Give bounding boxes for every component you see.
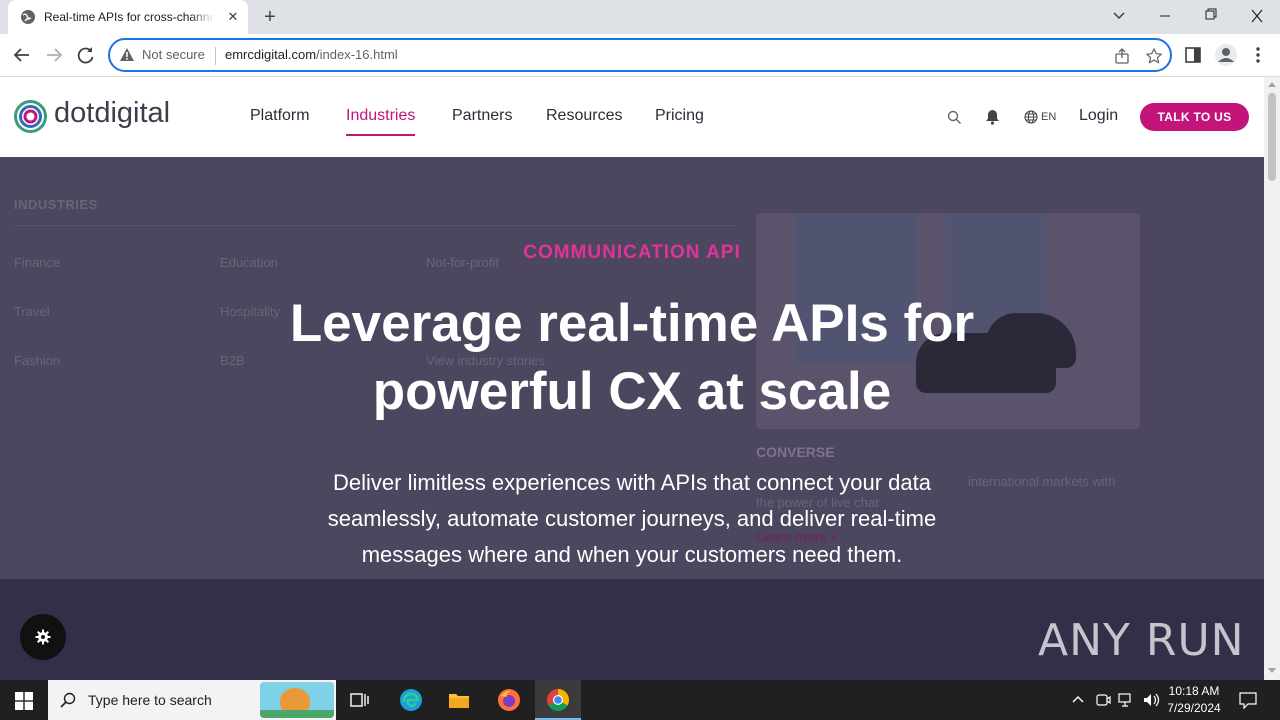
logo-text[interactable]: dotdigital — [54, 97, 170, 130]
globe-icon — [21, 10, 35, 24]
watermark: ANY RUN — [1038, 615, 1245, 666]
chrome-taskbar-button[interactable] — [535, 680, 581, 720]
edge-icon[interactable] — [399, 688, 423, 712]
url-path: /index-16.html — [316, 47, 398, 62]
windows-start-icon[interactable] — [15, 692, 33, 710]
url-host: emrcdigital.com — [225, 47, 317, 62]
menu-heading: INDUSTRIES — [14, 197, 98, 212]
scroll-up-icon[interactable] — [1268, 81, 1276, 89]
talk-to-us-button[interactable]: TALK TO US — [1140, 103, 1249, 131]
language-selector[interactable]: EN — [1041, 111, 1056, 123]
globe-icon[interactable] — [1024, 110, 1038, 124]
network-icon[interactable] — [1118, 692, 1134, 708]
tab-search-button[interactable] — [1096, 0, 1142, 32]
gear-icon — [35, 629, 51, 645]
hero-body: Deliver limitless experiences with APIs … — [327, 470, 937, 567]
reload-icon[interactable] — [72, 41, 100, 69]
clock-time: 10:18 AM — [1168, 684, 1220, 698]
share-icon[interactable] — [1114, 48, 1130, 64]
nav-resources[interactable]: Resources — [546, 107, 622, 125]
forward-icon[interactable] — [40, 41, 68, 69]
restore-icon — [1205, 8, 1217, 20]
side-panel-icon[interactable] — [1185, 47, 1201, 63]
grass-shape — [260, 710, 334, 718]
clock-date: 7/29/2024 — [1167, 701, 1221, 715]
address-bar[interactable]: Not secure emrcdigital.com/index-16.html — [108, 38, 1172, 72]
close-icon — [1251, 9, 1263, 23]
site-header: dotdigital Platform Industries Partners … — [0, 77, 1264, 157]
bell-icon[interactable] — [985, 109, 1000, 125]
taskbar-clock[interactable]: 10:18 AM 7/29/2024 — [1158, 683, 1230, 717]
bookmark-star-icon[interactable] — [1146, 48, 1162, 64]
firefox-icon[interactable] — [497, 688, 521, 712]
nav-pricing[interactable]: Pricing — [655, 107, 704, 125]
tab-title: Real-time APIs for cross-channel — [44, 10, 214, 24]
tab-strip: Real-time APIs for cross-channel ✕ + — [0, 0, 1280, 34]
menu-divider — [14, 225, 734, 226]
cookie-settings-button[interactable] — [20, 614, 66, 660]
nav-partners[interactable]: Partners — [452, 107, 512, 125]
divider — [215, 47, 216, 65]
menu-item-fashion[interactable]: Fashion — [14, 353, 60, 368]
login-link[interactable]: Login — [1079, 107, 1118, 125]
watermark-text: ANY RUN — [1038, 615, 1245, 666]
menu-item-travel[interactable]: Travel — [14, 304, 50, 319]
new-tab-button[interactable]: + — [258, 6, 282, 30]
back-icon[interactable] — [8, 41, 36, 69]
restore-button[interactable] — [1188, 0, 1234, 32]
nav-platform[interactable]: Platform — [250, 107, 310, 125]
close-window-button[interactable] — [1234, 0, 1280, 32]
nav-industries[interactable]: Industries — [346, 107, 416, 136]
tab-close-icon[interactable]: ✕ — [224, 8, 242, 26]
dotdigital-logo-icon[interactable] — [14, 100, 47, 133]
hero-title: Leverage real-time APIs for powerful CX … — [289, 294, 975, 421]
profile-avatar-icon[interactable] — [1214, 43, 1238, 67]
warning-icon[interactable] — [119, 47, 135, 63]
scroll-down-icon[interactable] — [1268, 666, 1276, 674]
file-explorer-icon[interactable] — [447, 688, 471, 712]
search-highlight-image — [260, 682, 334, 718]
security-label[interactable]: Not secure — [142, 47, 205, 62]
search-icon[interactable] — [947, 110, 962, 125]
url-text[interactable]: emrcdigital.com/index-16.html — [225, 47, 398, 62]
taskbar-search-box[interactable]: Type here to search — [48, 680, 336, 720]
scrollbar-thumb[interactable] — [1268, 93, 1276, 181]
notifications-icon[interactable] — [1239, 691, 1257, 709]
hero-kicker: COMMUNICATION API — [523, 242, 741, 263]
page-scrollbar[interactable] — [1264, 77, 1280, 680]
search-placeholder: Type here to search — [88, 692, 212, 708]
minimize-icon — [1160, 15, 1170, 17]
search-icon — [60, 692, 76, 708]
chevron-down-icon — [1113, 12, 1125, 20]
browser-tab[interactable]: Real-time APIs for cross-channel ✕ — [8, 0, 248, 34]
meet-now-icon[interactable] — [1095, 692, 1111, 708]
hero-section: INDUSTRIES Finance Travel Fashion Educat… — [0, 157, 1264, 680]
chrome-icon — [547, 689, 569, 711]
task-view-icon[interactable] — [348, 688, 372, 712]
browser-toolbar: Not secure emrcdigital.com/index-16.html — [0, 34, 1280, 77]
more-options-icon[interactable] — [1250, 45, 1266, 65]
minimize-button[interactable] — [1142, 0, 1188, 32]
card-brand: CONVERSE — [756, 444, 835, 460]
chevron-up-icon[interactable] — [1072, 694, 1084, 706]
windows-taskbar: Type here to search 10:18 AM 7/29/2024 — [0, 680, 1280, 720]
